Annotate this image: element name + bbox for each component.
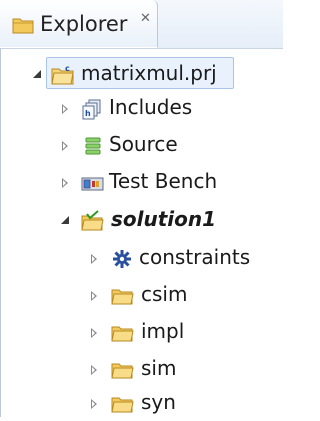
tree-item-csim[interactable]: csim xyxy=(1,279,284,313)
tree-item-label: impl xyxy=(141,319,185,343)
tree-item-label: csim xyxy=(141,282,188,306)
tree-item-includes[interactable]: h Includes xyxy=(1,92,284,126)
expand-toggle[interactable] xyxy=(88,316,100,350)
folder-icon xyxy=(111,322,134,344)
tab-title: Explorer xyxy=(40,12,128,36)
project-folder-icon: c xyxy=(51,64,74,86)
constraints-icon xyxy=(111,248,133,270)
expand-toggle[interactable] xyxy=(59,204,71,238)
folder-icon xyxy=(111,393,134,415)
folder-icon xyxy=(12,15,34,39)
tree-item-constraints[interactable]: constraints xyxy=(1,242,284,276)
tree-item-label: Source xyxy=(109,132,178,156)
tree-item-solution1[interactable]: solution1 xyxy=(1,204,284,238)
view-tab-bar: Explorer ✕ xyxy=(0,0,283,48)
svg-text:h: h xyxy=(85,109,91,118)
explorer-tree: c matrixmul.prj h Includes Source Test B… xyxy=(0,48,283,417)
folder-icon xyxy=(111,285,134,307)
tree-item-source[interactable]: Source xyxy=(1,129,284,163)
tree-item-syn[interactable]: syn xyxy=(1,387,284,421)
tree-item-label: Test Bench xyxy=(109,169,218,193)
expand-toggle[interactable] xyxy=(59,129,71,163)
solution-folder-icon xyxy=(81,210,104,232)
tab-explorer[interactable]: Explorer ✕ xyxy=(0,0,158,48)
tree-item-label: Includes xyxy=(109,95,193,119)
expand-toggle[interactable] xyxy=(59,92,71,126)
tree-item-label: constraints xyxy=(139,245,251,269)
source-icon xyxy=(83,135,105,157)
tree-item-label: syn xyxy=(141,390,176,414)
tree-item-label: sim xyxy=(141,356,177,380)
test-bench-icon xyxy=(81,172,104,194)
expand-toggle[interactable] xyxy=(88,279,100,313)
tree-item-sim[interactable]: sim xyxy=(1,353,284,387)
expand-toggle[interactable] xyxy=(59,166,71,200)
expand-toggle[interactable] xyxy=(31,58,43,92)
folder-icon xyxy=(111,359,134,381)
expand-toggle[interactable] xyxy=(88,353,100,387)
close-icon[interactable]: ✕ xyxy=(140,11,151,26)
expand-toggle[interactable] xyxy=(88,242,100,276)
tree-item-project[interactable]: c matrixmul.prj xyxy=(1,58,284,92)
includes-icon: h xyxy=(81,98,103,120)
tree-item-impl[interactable]: impl xyxy=(1,316,284,350)
svg-text:c: c xyxy=(65,64,70,73)
tree-item-label: matrixmul.prj xyxy=(81,61,217,85)
tree-item-test-bench[interactable]: Test Bench xyxy=(1,166,284,200)
expand-toggle[interactable] xyxy=(88,387,100,421)
tree-item-label: solution1 xyxy=(111,207,217,231)
